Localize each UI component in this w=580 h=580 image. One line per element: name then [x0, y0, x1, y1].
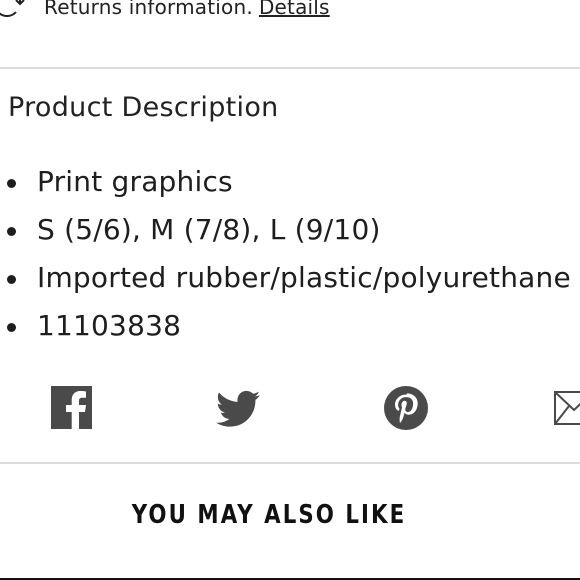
list-item: 11103838 [0, 304, 571, 352]
bullet-dot [7, 275, 16, 284]
bullet-text: S (5/6), M (7/8), L (9/10) [37, 213, 381, 246]
list-item: Print graphics [0, 160, 571, 208]
social-share-bar [0, 386, 580, 432]
returns-details-link[interactable]: Details [259, 0, 330, 19]
returns-icon [0, 0, 25, 18]
bullet-text: 11103838 [37, 309, 182, 342]
you-may-also-like-heading: YOU MAY ALSO LIKE [131, 500, 407, 530]
bullet-text: Imported rubber/plastic/polyurethane [37, 261, 571, 294]
section-divider [0, 462, 580, 464]
bullet-text: Print graphics [37, 165, 233, 198]
product-description-list: Print graphics S (5/6), M (7/8), L (9/10… [0, 160, 571, 352]
list-item: S (5/6), M (7/8), L (9/10) [0, 208, 571, 256]
email-icon[interactable] [554, 389, 580, 429]
product-description-title: Product Description [8, 92, 279, 123]
section-divider [0, 67, 580, 69]
bullet-dot [7, 179, 16, 188]
pinterest-icon[interactable] [384, 386, 428, 430]
returns-text: Returns information. [44, 0, 253, 19]
bullet-dot [7, 227, 16, 236]
list-item: Imported rubber/plastic/polyurethane [0, 256, 571, 304]
returns-info-row: Returns information. Details [0, 0, 330, 22]
twitter-icon[interactable] [216, 390, 260, 428]
facebook-icon[interactable] [51, 386, 92, 429]
bullet-dot [7, 323, 16, 332]
